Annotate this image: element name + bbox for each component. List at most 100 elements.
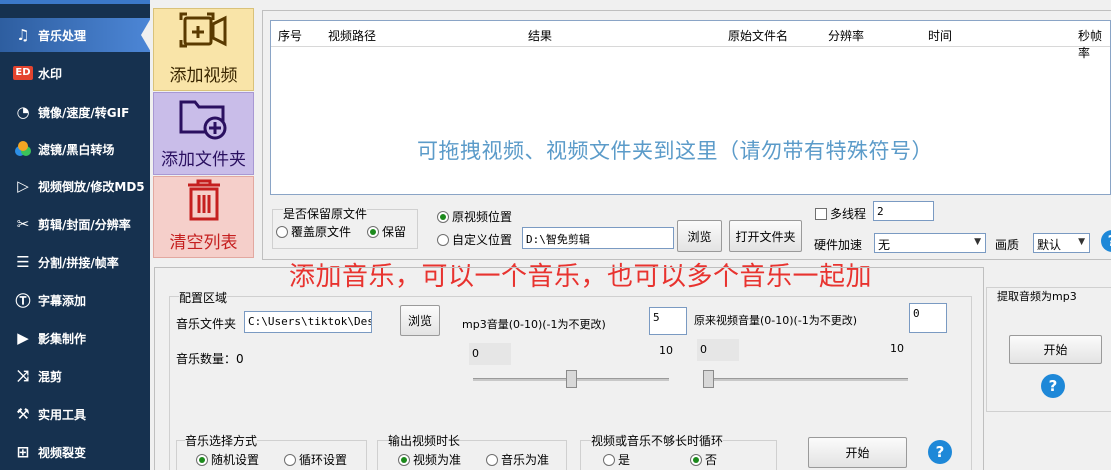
sidebar-item-label: 剪辑/封面/分辨率 xyxy=(38,217,131,232)
random-radio[interactable]: 随机设置 xyxy=(196,451,259,468)
output-path-input[interactable]: D:\智免剪辑 xyxy=(522,227,674,249)
column-header[interactable]: 序号 xyxy=(278,27,302,44)
orig-volume-slider-track[interactable] xyxy=(703,378,908,381)
filter-icon xyxy=(12,139,34,159)
keep-original-label: 是否保留原文件 xyxy=(283,205,368,222)
video-table[interactable]: 序号 视频路径 结果 原始文件名 分辨率 时间 秒帧率 可拖拽视频、视频文件夹到… xyxy=(270,20,1111,195)
help-icon[interactable]: ? xyxy=(1041,374,1065,398)
sidebar-item-label: 音乐处理 xyxy=(38,28,87,43)
chevron-down-icon: ▼ xyxy=(1078,237,1085,247)
sidebar-item-fission[interactable]: ⊞ 视频裂变 xyxy=(0,435,150,469)
extract-audio-label: 提取音频为mp3 xyxy=(997,288,1077,304)
sidebar-item-edit[interactable]: ✂ 剪辑/封面/分辨率 xyxy=(0,207,150,241)
radio-dot xyxy=(367,225,379,238)
quality-select[interactable]: 默认 ▼ xyxy=(1033,233,1090,253)
split-icon: ☰ xyxy=(16,253,30,271)
music-count: 音乐数量：0 xyxy=(176,352,244,366)
sidebar-item-split[interactable]: ☰ 分割/拼接/帧率 xyxy=(0,245,150,279)
keep-radio[interactable]: 保留 xyxy=(367,223,406,240)
music-folder-label: 音乐文件夹 xyxy=(176,317,237,331)
radio-dot xyxy=(284,453,296,466)
add-video-button[interactable]: 添加视频 xyxy=(153,8,254,91)
sidebar-item-label: 实用工具 xyxy=(38,407,87,422)
album-icon: ▶ xyxy=(17,329,29,347)
music-based-radio[interactable]: 音乐为准 xyxy=(486,451,549,468)
loop-label: 视频或音乐不够长时循环 xyxy=(591,432,724,449)
sidebar-item-reverse[interactable]: ▷ 视频倒放/修改MD5 xyxy=(0,169,150,203)
video-based-radio[interactable]: 视频为准 xyxy=(398,451,461,468)
mp3-volume-input[interactable]: 5 xyxy=(649,307,687,335)
output-browse-button[interactable]: 浏览 xyxy=(677,220,722,252)
radio-dot xyxy=(437,210,449,223)
sidebar-item-album[interactable]: ▶ 影集制作 xyxy=(0,321,150,355)
column-header[interactable]: 时间 xyxy=(928,27,952,44)
hw-accel-label: 硬件加速 xyxy=(814,238,863,252)
add-folder-icon xyxy=(177,94,231,143)
sidebar-item-tools[interactable]: ⚒ 实用工具 xyxy=(0,397,150,431)
speed-icon: ◔ xyxy=(16,103,30,121)
music-browse-button[interactable]: 浏览 xyxy=(400,305,440,336)
radio-dot xyxy=(690,453,702,466)
reverse-icon: ▷ xyxy=(17,177,29,195)
radio-dot xyxy=(196,453,208,466)
column-header[interactable]: 视频路径 xyxy=(328,27,376,44)
column-header[interactable]: 结果 xyxy=(528,27,552,44)
sidebar-item-subtitle[interactable]: Ⓣ 字幕添加 xyxy=(0,283,150,317)
multithread-checkbox[interactable]: 多线程 xyxy=(815,205,866,222)
drop-hint: 可拖拽视频、视频文件夹到这里（请勿带有特殊符号） xyxy=(417,139,933,163)
config-section-label: 配置区域 xyxy=(179,289,228,306)
chevron-down-icon: ▼ xyxy=(974,237,981,247)
mp3-volume-label: mp3音量(0-10)(-1为不更改) xyxy=(462,318,606,331)
add-folder-button[interactable]: 添加文件夹 xyxy=(153,92,254,175)
music-icon: ♫ xyxy=(16,26,30,44)
sidebar-item-label: 混剪 xyxy=(38,369,63,384)
clear-list-button[interactable]: 清空列表 xyxy=(153,176,254,258)
sidebar-item-filter[interactable]: 滤镜/黑白转场 xyxy=(0,132,150,166)
fission-icon: ⊞ xyxy=(16,443,30,461)
orig-volume-label: 原来视频音量(0-10)(-1为不更改) xyxy=(694,314,858,327)
loop-setting-radio[interactable]: 循环设置 xyxy=(284,451,347,468)
sidebar-item-label: 滤镜/黑白转场 xyxy=(38,142,115,157)
column-header[interactable]: 原始文件名 xyxy=(728,27,788,44)
column-header[interactable]: 秒帧率 xyxy=(1078,27,1110,61)
loop-yes-radio[interactable]: 是 xyxy=(603,451,630,468)
sidebar-item-speed[interactable]: ◔ 镜像/速度/转GIF xyxy=(0,95,150,129)
clear-list-label: 清空列表 xyxy=(169,233,238,253)
orig-volume-input[interactable]: 0 xyxy=(909,303,947,333)
add-video-icon xyxy=(177,10,231,59)
scissors-icon: ✂ xyxy=(16,215,30,233)
original-location-radio[interactable]: 原视频位置 xyxy=(437,208,512,225)
hw-accel-select[interactable]: 无 ▼ xyxy=(874,233,986,253)
extract-start-button[interactable]: 开始 xyxy=(1009,335,1102,364)
custom-location-radio[interactable]: 自定义位置 xyxy=(437,231,512,248)
radio-dot xyxy=(398,453,410,466)
sidebar-item-label: 影集制作 xyxy=(38,331,87,346)
overwrite-radio[interactable]: 覆盖原文件 xyxy=(276,223,351,240)
help-icon[interactable]: ? xyxy=(928,440,952,464)
subtitle-icon: Ⓣ xyxy=(15,291,31,310)
sidebar-item-label: 视频倒放/修改MD5 xyxy=(38,179,145,194)
mp3-min-label: 0 xyxy=(469,343,511,365)
sidebar-item-mix[interactable]: ⤨ 混剪 xyxy=(0,359,150,393)
quality-label: 画质 xyxy=(995,238,1020,252)
sidebar-item-label: 字幕添加 xyxy=(38,293,87,308)
open-folder-button[interactable]: 打开文件夹 xyxy=(729,220,802,252)
radio-dot xyxy=(437,233,449,246)
sidebar-item-label: 水印 xyxy=(38,66,63,81)
add-folder-label: 添加文件夹 xyxy=(161,150,246,170)
orig-volume-slider-thumb[interactable] xyxy=(703,370,714,388)
sidebar-item-music[interactable]: ♫ 音乐处理 xyxy=(0,18,151,52)
column-header[interactable]: 分辨率 xyxy=(828,27,864,44)
mp3-volume-slider-thumb[interactable] xyxy=(565,370,577,388)
music-folder-input[interactable]: C:\Users\tiktok\Deskt xyxy=(244,311,372,333)
watermark-badge-icon: ED xyxy=(13,66,33,80)
sidebar-item-watermark[interactable]: ED 水印 xyxy=(0,56,150,90)
sidebar-item-label: 视频裂变 xyxy=(38,445,87,460)
table-header: 序号 视频路径 结果 原始文件名 分辨率 时间 秒帧率 xyxy=(271,21,1110,60)
orig-min-label: 0 xyxy=(697,339,739,361)
checkbox-box xyxy=(815,207,827,220)
sidebar-item-label: 镜像/速度/转GIF xyxy=(38,105,130,120)
loop-no-radio[interactable]: 否 xyxy=(690,451,717,468)
thread-count-input[interactable]: 2 xyxy=(873,201,934,221)
start-button[interactable]: 开始 xyxy=(808,437,907,468)
